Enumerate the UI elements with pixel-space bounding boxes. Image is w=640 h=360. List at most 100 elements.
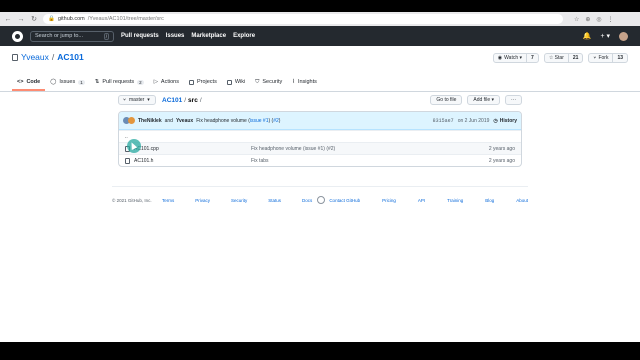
footer-link-blog[interactable]: Blog [485, 198, 494, 203]
commit-author-link[interactable]: TheNiklek [138, 118, 162, 124]
github-header: Search or jump to... / Pull requests Iss… [0, 26, 640, 46]
forward-icon[interactable]: → [17, 15, 25, 23]
watch-label: Watch ▾ [504, 55, 523, 61]
footer-link-api[interactable]: API [418, 198, 425, 203]
header-nav: Pull requests Issues Marketplace Explore [121, 33, 255, 39]
tab-actions[interactable]: ▷ Actions [149, 79, 184, 91]
tab-insights[interactable]: ⌇ Insights [287, 79, 322, 91]
add-file-button[interactable]: Add file ▾ [467, 95, 500, 105]
commit-message-text: Fix headphone volume ( [196, 117, 250, 124]
file-navigation: ⑂ master ▾ AC101 / src / Go to file Add … [118, 94, 522, 106]
repo-owner-link[interactable]: Yveaux [21, 52, 49, 62]
repo-tabs: <> Code ◯ Issues 1 ⇅ Pull requests 2 ▷ Actions… [12, 79, 322, 91]
chevron-down-icon: ▾ [147, 97, 150, 103]
commit-sha-link[interactable]: 8315ae7 [433, 118, 454, 124]
issues-count-badge: 1 [78, 79, 85, 85]
reload-icon[interactable]: ↻ [30, 15, 38, 23]
tab-projects[interactable]: Projects [184, 79, 222, 91]
tab-wiki[interactable]: Wiki [222, 79, 250, 91]
nav-issues[interactable]: Issues [166, 33, 185, 39]
address-bar[interactable]: 🔒 github.com/Yveaux/AC101/tree/master/sr… [43, 14, 563, 24]
repo-title-separator: / [51, 52, 55, 62]
file-commit-message[interactable]: Fix tabs [251, 158, 489, 164]
star-count[interactable]: 21 [569, 55, 583, 61]
file-commit-message[interactable]: Fix headphone volume (issue #1) (#2) [251, 146, 489, 152]
file-name-link[interactable]: AC101.h [134, 158, 153, 164]
file-age: 2 years ago [488, 157, 515, 164]
watch-button[interactable]: ◉ Watch ▾ 7 [492, 53, 539, 63]
more-options-button[interactable]: ··· [505, 95, 522, 105]
graph-icon: ⌇ [292, 79, 295, 85]
book-icon [226, 79, 232, 85]
bookmark-star-icon[interactable]: ☆ [574, 16, 579, 23]
back-icon[interactable]: ← [4, 15, 12, 23]
fork-label: Fork [598, 55, 609, 61]
url-path: /Yveaux/AC101/tree/master/src [87, 16, 164, 22]
search-input[interactable]: Search or jump to... / [30, 30, 114, 42]
pr-count-badge: 2 [137, 79, 144, 85]
breadcrumb-current-dir: src [188, 96, 198, 104]
search-placeholder: Search or jump to... [35, 33, 83, 39]
commit-coauthor-link[interactable]: Yveaux [176, 118, 193, 124]
nav-pull-requests[interactable]: Pull requests [121, 33, 159, 39]
footer-link-security[interactable]: Security [231, 198, 247, 203]
footer-link-terms[interactable]: Terms [162, 198, 174, 203]
notifications-bell-icon[interactable]: 🔔 [583, 32, 592, 40]
star-label: ☆ Star [545, 54, 569, 62]
nav-marketplace[interactable]: Marketplace [191, 33, 226, 39]
fork-icon: ⑂ [593, 55, 597, 61]
branch-icon: ⑂ [123, 97, 127, 103]
nav-explore[interactable]: Explore [233, 33, 255, 39]
footer-link-docs[interactable]: Docs [302, 198, 312, 203]
eye-icon: ◉ [497, 55, 503, 61]
issue-link[interactable]: issue #1 [250, 118, 269, 124]
browser-menu-icon[interactable]: ⋮ [608, 16, 614, 23]
history-label: History [499, 117, 517, 124]
search-shortcut-key: / [103, 32, 109, 40]
tab-label: Wiki [234, 79, 246, 85]
github-footer-logo-icon[interactable] [316, 196, 325, 204]
footer-link-training[interactable]: Training [447, 198, 463, 203]
tab-label: Insights [297, 79, 317, 85]
list-item[interactable]: AC101.h Fix tabs 2 years ago [119, 154, 521, 166]
footer-link-pricing[interactable]: Pricing [382, 198, 396, 203]
breadcrumb-repo-link[interactable]: AC101 [162, 97, 182, 104]
parent-dir-link[interactable]: .. [125, 134, 251, 140]
commit-and-text: and [164, 117, 173, 124]
profile-icon[interactable]: ◎ [596, 16, 601, 23]
footer-link-contact[interactable]: Contact GitHub [329, 198, 360, 203]
repo-name-link[interactable]: AC101 [57, 52, 83, 62]
footer-link-about[interactable]: About [516, 198, 528, 203]
repo-header: Yveaux / AC101 ◉ Watch ▾ 7 ☆ Star 21 ⑂ For… [0, 46, 640, 92]
code-icon: <> [17, 79, 24, 85]
list-item[interactable]: AC101.cpp Fix headphone volume (issue #1… [119, 142, 521, 154]
history-link[interactable]: ◷ History [493, 118, 517, 124]
extension-icon[interactable]: ⊕ [585, 16, 590, 23]
go-to-file-button[interactable]: Go to file [430, 95, 463, 105]
user-avatar[interactable] [619, 31, 628, 41]
star-button[interactable]: ☆ Star 21 [543, 53, 584, 63]
tab-code[interactable]: <> Code [12, 79, 46, 91]
github-logo-icon[interactable] [12, 30, 23, 42]
commit-message[interactable]: Fix headphone volume (issue #1) (#2) [196, 118, 280, 124]
list-item[interactable]: .. [119, 130, 521, 142]
tab-pull-requests[interactable]: ⇅ Pull requests 2 [90, 79, 149, 91]
tab-issues[interactable]: ◯ Issues 1 [45, 79, 90, 91]
tab-label: Code [26, 79, 41, 85]
watch-count[interactable]: 7 [527, 55, 538, 61]
commit-date: on 2 Jun 2019 [457, 117, 490, 124]
breadcrumb: AC101 / src / [162, 97, 202, 104]
footer-link-status[interactable]: Status [268, 198, 281, 203]
fork-button[interactable]: ⑂ Fork 13 [588, 53, 628, 63]
footer-link-privacy[interactable]: Privacy [195, 198, 210, 203]
tab-label: Pull requests [102, 79, 135, 85]
tab-label: Projects [196, 79, 217, 85]
create-new-dropdown[interactable]: + ▾ [600, 32, 610, 40]
branch-selector[interactable]: ⑂ master ▾ [118, 95, 156, 105]
tab-security[interactable]: ⛉ Security [250, 79, 287, 91]
pull-request-icon: ⇅ [94, 79, 100, 85]
coauthor-avatar[interactable] [128, 117, 135, 124]
commit-message-text: ) [278, 117, 281, 124]
tab-label: Issues [59, 79, 76, 85]
fork-count[interactable]: 13 [613, 55, 627, 61]
